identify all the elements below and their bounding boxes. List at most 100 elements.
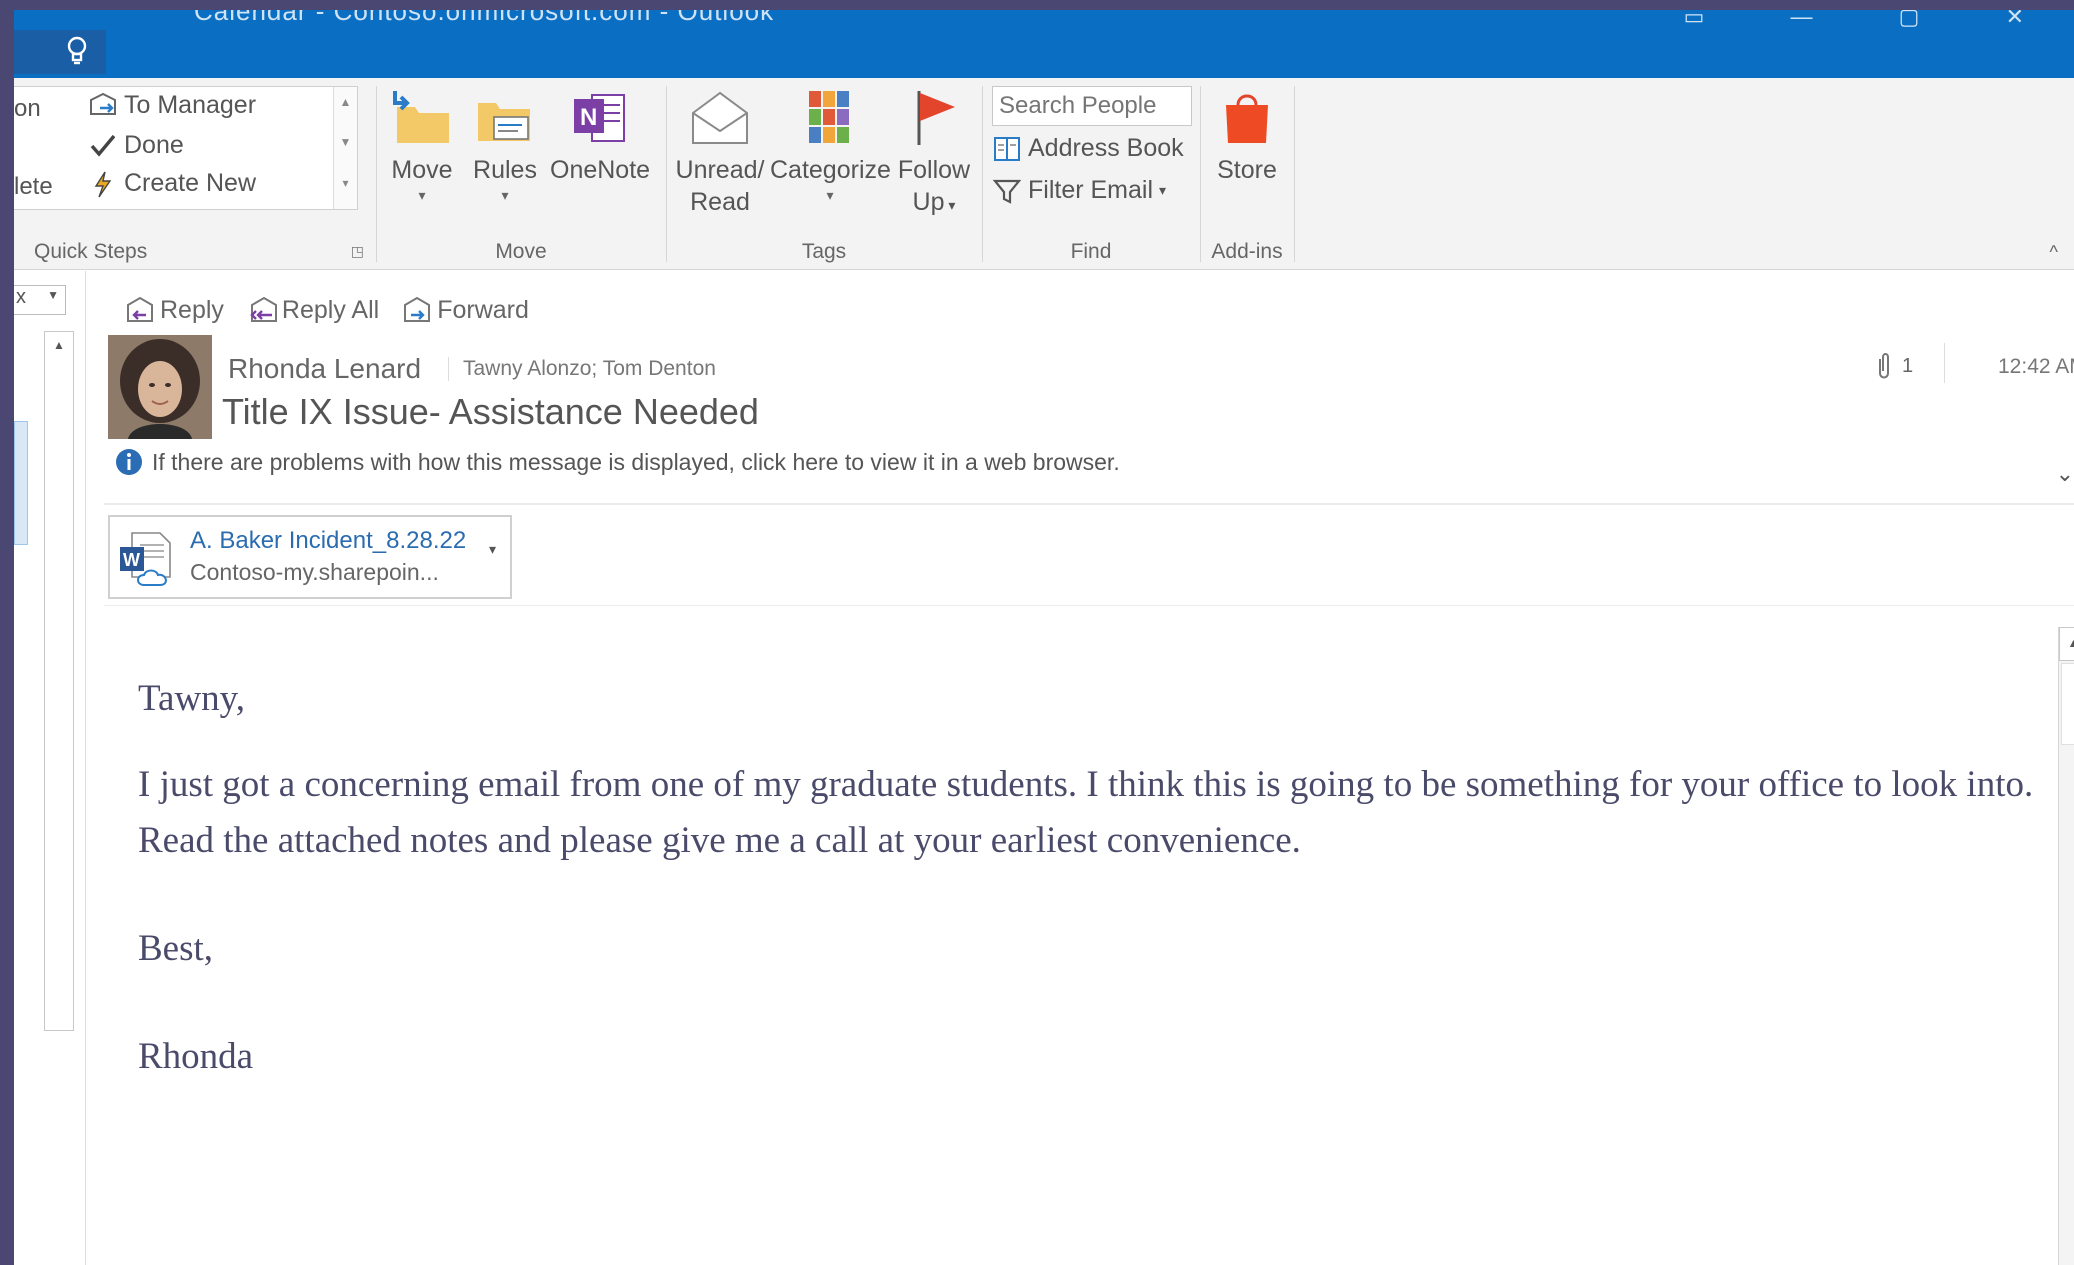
recipients[interactable]: Tawny Alonzo; Tom Denton bbox=[448, 357, 716, 381]
sender-name[interactable]: Rhonda Lenard bbox=[228, 353, 421, 385]
addins-group: Store Add-ins bbox=[1202, 78, 1292, 270]
window-title: Calendar - Contoso.onmicrosoft.com - Out… bbox=[194, 10, 775, 26]
attachment-card[interactable]: W A. Baker Incident_8.28.22 Contoso-my.s… bbox=[108, 515, 512, 599]
dropdown-arrow-icon: ▾ bbox=[501, 187, 509, 203]
forward-button[interactable]: Forward bbox=[401, 295, 529, 325]
tell-me-box[interactable] bbox=[14, 30, 106, 74]
lightbulb-icon bbox=[67, 36, 87, 65]
rules-button[interactable]: Rules ▾ bbox=[472, 82, 538, 204]
address-book-button[interactable]: Address Book bbox=[992, 134, 1184, 163]
body-paragraph: I just got a concerning email from one o… bbox=[138, 764, 2034, 861]
group-divider bbox=[376, 86, 377, 262]
find-group-label: Find bbox=[1070, 240, 1112, 263]
chevron-down-icon[interactable]: ▾ bbox=[489, 541, 496, 558]
collapse-ribbon-icon[interactable]: ^ bbox=[2050, 242, 2058, 263]
group-divider bbox=[982, 86, 983, 262]
unread-read-button[interactable]: Unread/ Read bbox=[674, 82, 766, 218]
outlook-window: Calendar - Contoso.onmicrosoft.com - Out… bbox=[14, 10, 2074, 1265]
rules-icon bbox=[478, 103, 530, 141]
flag-icon bbox=[917, 91, 955, 145]
quick-step-done[interactable]: Done bbox=[88, 131, 184, 160]
ribbon: on lete To Manager Done Create New ▲ ▼ ▾… bbox=[14, 78, 2074, 270]
dropdown-arrow-icon: ▾ bbox=[418, 187, 426, 203]
checkmark-icon bbox=[90, 134, 116, 157]
to-manager-icon bbox=[90, 92, 116, 115]
message-subject: Title IX Issue- Assistance Needed bbox=[222, 391, 759, 432]
message-body: Tawny, I just got a concerning email fro… bbox=[138, 671, 2038, 1137]
selected-message[interactable] bbox=[14, 421, 28, 545]
find-group: Address Book Filter Email ▾ Find bbox=[984, 78, 1198, 270]
scroll-down-icon[interactable]: ▼ bbox=[334, 127, 357, 167]
quick-step-partial-3[interactable]: lete bbox=[14, 173, 53, 201]
follow-up-button[interactable]: Follow Up ▾ bbox=[894, 82, 974, 221]
quick-steps-group: on lete To Manager Done Create New ▲ ▼ ▾… bbox=[14, 78, 374, 270]
more-icon[interactable]: ▾ bbox=[334, 168, 357, 208]
info-bar[interactable]: If there are problems with how this mess… bbox=[114, 447, 1120, 477]
body-signature: Rhonda bbox=[138, 1036, 254, 1077]
quick-step-partial-1[interactable]: on bbox=[14, 95, 41, 123]
dialog-launcher-icon[interactable]: ◳ bbox=[351, 243, 364, 260]
envelope-open-icon bbox=[692, 91, 748, 144]
move-group-label: Move bbox=[495, 240, 547, 263]
address-book-icon bbox=[994, 136, 1020, 161]
window-controls[interactable]: ▭ — ▢ ✕ bbox=[1684, 10, 2064, 30]
paperclip-icon bbox=[1879, 353, 1889, 379]
reply-all-icon bbox=[250, 296, 277, 322]
tags-group: Unread/ Read Categorize ▾ Follow Up ▾ Ta… bbox=[670, 78, 978, 270]
addins-group-label: Add-ins bbox=[1211, 240, 1283, 263]
folder-dropdown[interactable]: x ▼ bbox=[14, 285, 66, 315]
info-icon bbox=[116, 449, 142, 475]
onenote-button[interactable]: N OneNote bbox=[550, 82, 650, 186]
body-closing: Best, bbox=[138, 928, 214, 969]
reading-pane: Reply Reply All Forward Rhonda Lenard Ta… bbox=[94, 271, 2074, 1265]
reply-all-button[interactable]: Reply All bbox=[246, 295, 379, 325]
scroll-up-icon[interactable]: ▲ bbox=[334, 87, 357, 127]
move-folder-icon bbox=[393, 91, 449, 143]
onenote-icon: N bbox=[574, 94, 625, 142]
divider bbox=[1944, 343, 1945, 383]
store-icon bbox=[1226, 94, 1268, 143]
quick-step-to-manager[interactable]: To Manager bbox=[88, 91, 256, 120]
lightning-icon bbox=[94, 171, 112, 197]
search-people-input[interactable] bbox=[992, 86, 1192, 126]
quick-steps-scrollbar[interactable]: ▲ ▼ ▾ bbox=[333, 87, 357, 209]
categorize-icon bbox=[809, 91, 849, 143]
divider bbox=[104, 503, 2074, 505]
group-divider bbox=[666, 86, 667, 262]
attachment-count: 1 bbox=[1876, 351, 1913, 381]
reading-pane-scrollbar[interactable]: ▲ bbox=[2058, 627, 2074, 1265]
categorize-button[interactable]: Categorize ▾ bbox=[770, 82, 891, 204]
scroll-up-icon[interactable]: ▲ bbox=[2059, 627, 2074, 661]
avatar-photo bbox=[108, 335, 212, 439]
quick-step-create-new[interactable]: Create New bbox=[88, 169, 256, 198]
dropdown-arrow-icon: ▾ bbox=[944, 197, 956, 213]
expand-header-icon[interactable]: ⌄ bbox=[2056, 461, 2074, 487]
attachment-name[interactable]: A. Baker Incident_8.28.22 bbox=[190, 527, 466, 555]
move-button[interactable]: Move ▾ bbox=[388, 82, 456, 204]
reply-icon bbox=[127, 296, 153, 322]
group-divider bbox=[1294, 86, 1295, 262]
message-list-pane: x ▼ ▲ bbox=[14, 271, 86, 1265]
svg-text:N: N bbox=[580, 104, 597, 131]
forward-icon bbox=[404, 296, 431, 322]
group-divider bbox=[1200, 86, 1201, 262]
move-group: Move ▾ Rules ▾ N OneNote Move bbox=[380, 78, 662, 270]
dropdown-arrow-icon: ▾ bbox=[826, 187, 834, 203]
filter-email-button[interactable]: Filter Email ▾ bbox=[992, 176, 1166, 205]
scroll-up-icon[interactable]: ▲ bbox=[45, 332, 73, 352]
tags-group-label: Tags bbox=[801, 240, 847, 263]
scroll-thumb[interactable] bbox=[2061, 663, 2074, 745]
message-list-scrollbar[interactable]: ▲ bbox=[44, 331, 74, 1031]
quick-steps-gallery: on lete To Manager Done Create New ▲ ▼ ▾ bbox=[14, 86, 358, 210]
sender-avatar bbox=[108, 335, 212, 439]
chevron-down-icon: ▼ bbox=[47, 288, 59, 302]
attachment-location: Contoso-my.sharepoin... bbox=[190, 559, 439, 585]
reply-button[interactable]: Reply bbox=[124, 295, 224, 325]
svg-text:W: W bbox=[123, 550, 140, 570]
dropdown-arrow-icon: ▾ bbox=[1159, 182, 1167, 198]
word-cloud-file-icon: W bbox=[120, 532, 171, 586]
body-greeting: Tawny, bbox=[138, 678, 246, 719]
received-time: 12:42 AM bbox=[1998, 355, 2074, 378]
quick-steps-label: Quick Steps bbox=[34, 240, 148, 263]
store-button[interactable]: Store bbox=[1206, 82, 1288, 186]
